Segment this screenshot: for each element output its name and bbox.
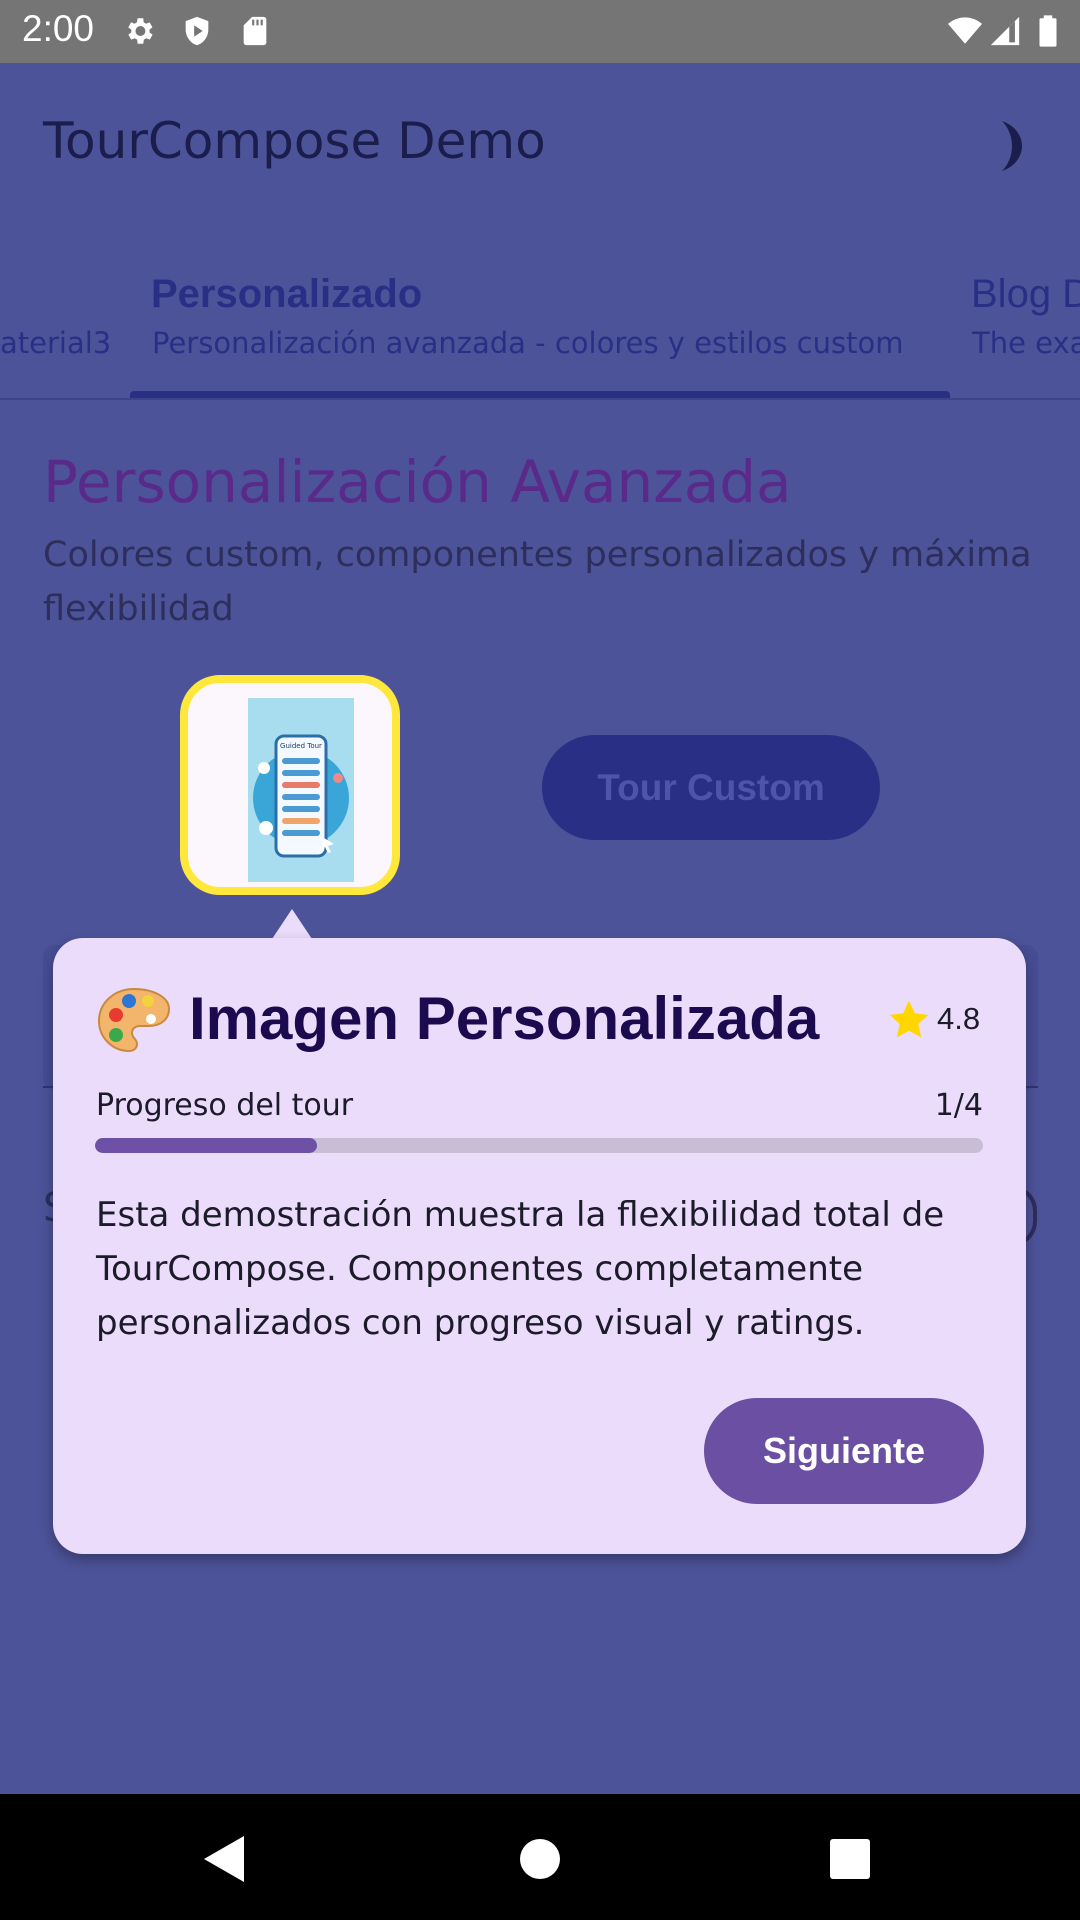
- progress-fill: [95, 1138, 317, 1153]
- tab-indicator: [130, 391, 950, 398]
- progress-bar: [95, 1138, 983, 1153]
- tab-material3[interactable]: aterial3: [0, 265, 120, 395]
- app-title: TourCompose Demo: [43, 112, 546, 170]
- tab-personalizado[interactable]: Personalizado Personalización avanzada -…: [130, 265, 950, 395]
- section-description: Colores custom, componentes personalizad…: [43, 535, 1032, 629]
- tour-tooltip: Imagen Personalizada 4.8 Progreso del to…: [53, 938, 1026, 1554]
- status-bar: 2:00: [0, 0, 1080, 63]
- tooltip-body: Esta demostración muestra la flexibilida…: [96, 1195, 945, 1343]
- wifi-icon: [948, 17, 982, 44]
- back-icon[interactable]: [190, 1824, 260, 1894]
- tab-title: Personalizado: [151, 272, 423, 316]
- progress-label: Progreso del tour: [96, 1088, 354, 1123]
- guided-tour-image: Guided Tour: [248, 698, 354, 882]
- tab-blog[interactable]: Blog D The exa: [950, 265, 1080, 395]
- tab-title: Blog D: [971, 272, 1080, 316]
- shield-icon: [185, 16, 209, 46]
- rating-value: 4.8: [937, 1001, 981, 1036]
- progress-count: 1/4: [934, 1088, 983, 1123]
- guided-tour-caption: Guided Tour: [280, 742, 322, 750]
- status-time: 2:00: [22, 8, 95, 49]
- recents-icon[interactable]: [815, 1824, 885, 1894]
- section-title: Personalización Avanzada: [43, 448, 792, 516]
- sd-card-icon: [243, 16, 267, 46]
- tab-subtitle: The exa: [972, 326, 1080, 360]
- palette-icon: [97, 987, 171, 1053]
- tooltip-arrow: [272, 909, 312, 939]
- next-button[interactable]: Siguiente: [704, 1398, 984, 1504]
- home-icon[interactable]: [505, 1824, 575, 1894]
- settings-icon: [128, 18, 153, 44]
- signal-icon: [990, 16, 1020, 46]
- navigation-bar: [0, 1794, 1080, 1920]
- moon-icon[interactable]: [980, 118, 1030, 174]
- phone-illustration: [253, 734, 349, 858]
- tour-custom-button[interactable]: Tour Custom: [542, 735, 880, 840]
- tab-divider: [0, 398, 1080, 400]
- star-icon: [889, 1000, 929, 1038]
- tooltip-title: Imagen Personalizada: [189, 985, 820, 1052]
- tab-row: aterial3 Personalizado Personalización a…: [0, 265, 1080, 400]
- tab-subtitle: Personalización avanzada - colores y est…: [152, 326, 904, 360]
- tab-subtitle: aterial3: [0, 326, 112, 360]
- battery-icon: [1039, 15, 1057, 47]
- highlighted-image[interactable]: Guided Tour: [180, 675, 400, 895]
